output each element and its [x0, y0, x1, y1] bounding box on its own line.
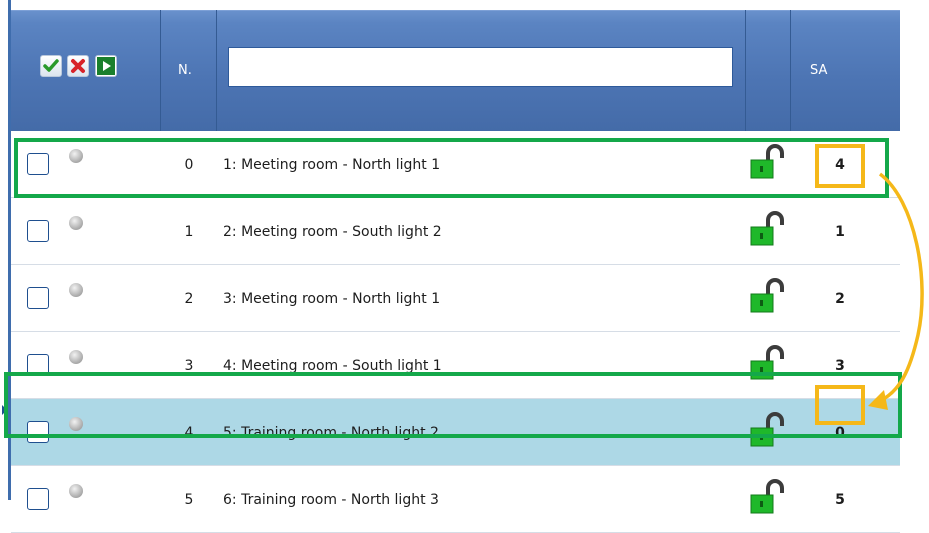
row-checkbox[interactable] [27, 488, 49, 510]
column-header-sa[interactable]: SA [810, 63, 827, 78]
green-open-padlock-icon[interactable] [746, 275, 790, 319]
gray-dot-icon [69, 484, 83, 498]
apply-button[interactable] [95, 55, 117, 77]
row-highlight-box [4, 372, 902, 438]
check-icon [43, 59, 59, 72]
header-separator [216, 10, 217, 131]
green-open-padlock-icon[interactable] [746, 208, 790, 252]
row-checkbox[interactable] [27, 287, 49, 309]
green-open-padlock-icon[interactable] [746, 476, 790, 520]
row-name: 3: Meeting room - North light 1 [223, 290, 441, 307]
row-number: 2 [184, 290, 194, 307]
column-header-number[interactable]: N. [178, 63, 192, 78]
sa-value-highlight [815, 144, 865, 188]
sa-value-highlight [815, 385, 865, 425]
swap-arrow-icon [868, 172, 924, 410]
row-sa-value[interactable]: 1 [821, 198, 859, 265]
row-highlight-box [14, 138, 889, 198]
row-sa-value[interactable]: 2 [821, 265, 859, 332]
select-all-button[interactable] [40, 55, 62, 77]
row-checkbox[interactable] [27, 220, 49, 242]
header-separator [160, 10, 161, 131]
play-icon [97, 57, 115, 75]
row-name: 2: Meeting room - South light 2 [223, 223, 442, 240]
gray-dot-icon [69, 350, 83, 364]
header-separator [745, 10, 746, 131]
header-separator [790, 10, 791, 131]
gray-dot-icon [69, 283, 83, 297]
red-x-icon [71, 59, 85, 73]
row-number: 1 [184, 223, 194, 240]
table-row[interactable]: 2 3: Meeting room - North light 1 2 [11, 265, 900, 332]
table-row[interactable]: 1 2: Meeting room - South light 2 1 [11, 198, 900, 265]
gray-dot-icon [69, 216, 83, 230]
name-filter-input[interactable] [228, 47, 733, 87]
deselect-all-button[interactable] [67, 55, 89, 77]
